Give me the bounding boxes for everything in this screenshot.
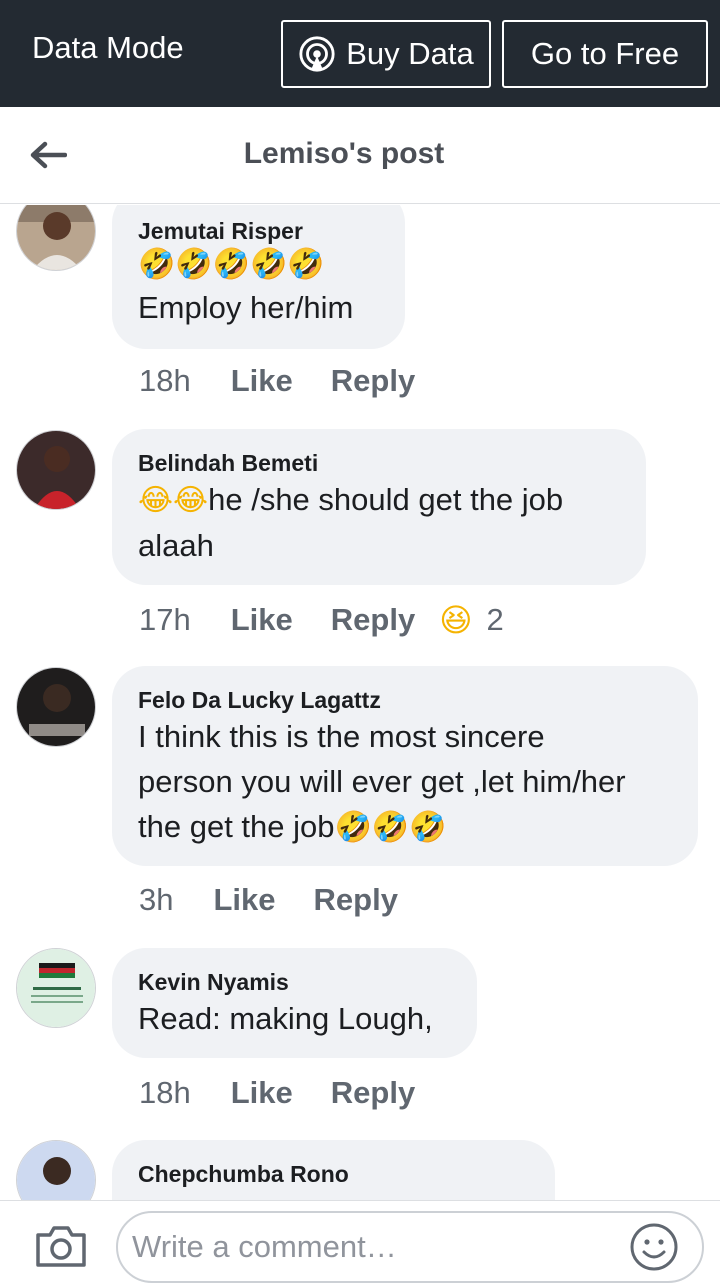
comment-text-line: person you will ever get ,let him/her bbox=[138, 764, 626, 799]
go-to-free-button[interactable]: Go to Free bbox=[502, 20, 708, 88]
data-mode-bar: Data Mode Buy Data Go to Free bbox=[0, 0, 720, 107]
laughing-squint-emoji-icon: 😆 bbox=[439, 601, 473, 639]
comment-bubble: Belindah Bemeti 😂😂he /she should get the… bbox=[112, 429, 646, 585]
comment-author[interactable]: Belindah Bemeti bbox=[138, 449, 620, 477]
comment-actions: 18h Like Reply bbox=[139, 363, 439, 399]
avatar[interactable] bbox=[16, 1140, 96, 1200]
comment-text-line: the get the job bbox=[138, 809, 335, 844]
emoji-button[interactable] bbox=[628, 1221, 680, 1273]
smiley-icon bbox=[630, 1223, 678, 1271]
comment-text: Read: making Lough, bbox=[138, 1001, 433, 1036]
buy-data-button[interactable]: Buy Data bbox=[281, 20, 491, 88]
comment-emoji: 🤣🤣🤣🤣🤣 bbox=[138, 247, 325, 282]
comment-actions: 3h Like Reply bbox=[139, 882, 422, 918]
comment-input[interactable] bbox=[116, 1211, 704, 1283]
avatar[interactable] bbox=[16, 205, 96, 271]
comment-emoji: 😂😂 bbox=[138, 483, 209, 518]
avatar[interactable] bbox=[16, 430, 96, 510]
avatar[interactable] bbox=[16, 948, 96, 1028]
comment-time[interactable]: 17h bbox=[139, 602, 191, 638]
camera-button[interactable] bbox=[34, 1221, 88, 1269]
reply-button[interactable]: Reply bbox=[331, 363, 415, 399]
avatar-photo bbox=[17, 1141, 95, 1200]
avatar[interactable] bbox=[16, 667, 96, 747]
avatar-photo bbox=[17, 205, 95, 270]
buy-data-label: Buy Data bbox=[346, 36, 474, 71]
comment-actions: 17h Like Reply 😆 2 bbox=[139, 601, 504, 639]
go-to-free-label: Go to Free bbox=[530, 36, 680, 71]
like-button[interactable]: Like bbox=[231, 602, 293, 638]
reaction-count: 2 bbox=[486, 602, 504, 637]
comment-bubble: Felo Da Lucky Lagattz I think this is th… bbox=[112, 666, 698, 866]
comment-bubble: Chepchumba Rono bbox=[112, 1140, 555, 1200]
comment-author[interactable]: Kevin Nyamis bbox=[138, 968, 451, 996]
data-mode-label: Data Mode bbox=[32, 30, 184, 65]
camera-icon bbox=[36, 1226, 86, 1267]
like-button[interactable]: Like bbox=[231, 1075, 293, 1111]
post-header: Lemiso's post bbox=[0, 107, 720, 204]
comment-text-line: I think this is the most sincere bbox=[138, 719, 545, 754]
avatar-photo bbox=[17, 668, 95, 746]
like-button[interactable]: Like bbox=[213, 882, 275, 918]
comment-time[interactable]: 3h bbox=[139, 882, 173, 918]
comment-emoji: 🤣🤣🤣 bbox=[334, 810, 447, 845]
reply-button[interactable]: Reply bbox=[331, 602, 415, 638]
like-button[interactable]: Like bbox=[231, 363, 293, 399]
comment-author[interactable]: Chepchumba Rono bbox=[138, 1160, 529, 1188]
comment-author[interactable]: Felo Da Lucky Lagattz bbox=[138, 686, 672, 714]
comment-text: Employ her/him bbox=[138, 290, 354, 325]
comment-bubble: Kevin Nyamis Read: making Lough, bbox=[112, 948, 477, 1058]
avatar-photo bbox=[17, 431, 95, 509]
reply-button[interactable]: Reply bbox=[331, 1075, 415, 1111]
comment-composer bbox=[0, 1200, 720, 1288]
page-title: Lemiso's post bbox=[243, 137, 445, 170]
comment-time[interactable]: 18h bbox=[139, 363, 191, 399]
comment-time[interactable]: 18h bbox=[139, 1075, 191, 1111]
comment-bubble: Jemutai Risper 🤣🤣🤣🤣🤣 Employ her/him bbox=[112, 205, 405, 349]
reaction-summary[interactable]: 😆 2 bbox=[439, 601, 504, 639]
avatar-photo bbox=[17, 949, 95, 1027]
comment-actions: 18h Like Reply bbox=[139, 1075, 439, 1111]
comment-author[interactable]: Jemutai Risper bbox=[138, 217, 379, 245]
comments-list: Jemutai Risper 🤣🤣🤣🤣🤣 Employ her/him 18h … bbox=[0, 205, 720, 1200]
reply-button[interactable]: Reply bbox=[314, 882, 398, 918]
broadcast-icon bbox=[299, 36, 335, 72]
